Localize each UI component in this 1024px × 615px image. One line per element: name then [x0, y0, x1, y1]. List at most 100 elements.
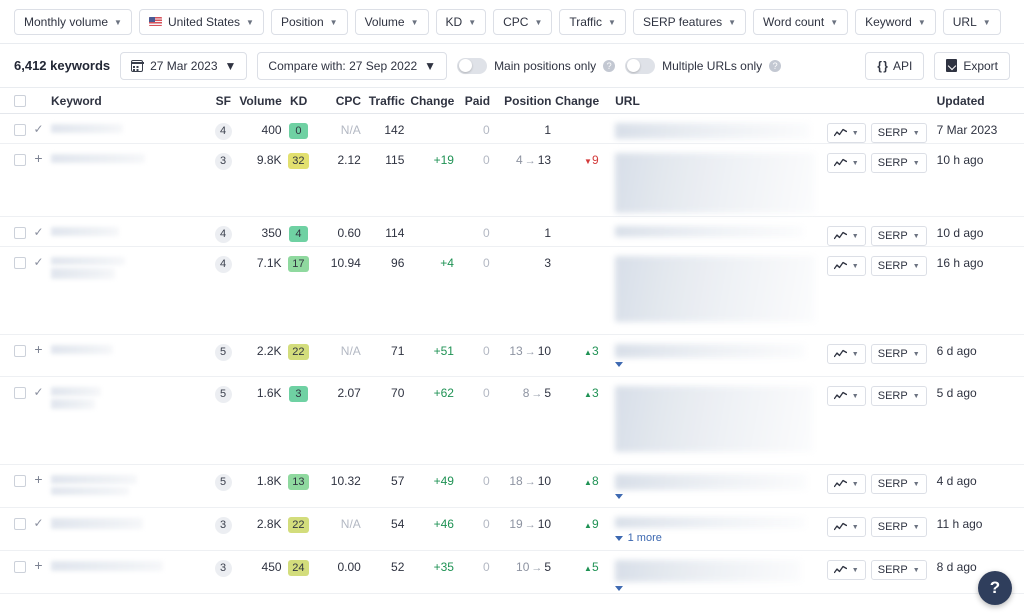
help-icon[interactable]: ?	[769, 60, 781, 72]
export-button[interactable]: Export	[934, 52, 1010, 80]
row-checkbox[interactable]	[14, 227, 26, 239]
sparkline-button[interactable]: ▼	[827, 344, 866, 364]
keyword-text[interactable]	[51, 226, 119, 236]
sparkline-button[interactable]: ▼	[827, 226, 866, 246]
serp-button[interactable]: SERP▼	[871, 344, 927, 364]
date-picker[interactable]: 27 Mar 2023 ▼	[120, 52, 247, 80]
keyword-text[interactable]	[51, 386, 101, 409]
row-checkbox[interactable]	[14, 518, 26, 530]
serp-button[interactable]: SERP▼	[871, 474, 927, 494]
sparkline-button[interactable]: ▼	[827, 256, 866, 276]
filter-chip-cpc[interactable]: CPC▼	[493, 9, 552, 35]
filter-chip-volume[interactable]: Volume▼	[355, 9, 429, 35]
row-checkbox[interactable]	[14, 561, 26, 573]
api-button[interactable]: { } API	[865, 52, 924, 80]
column-header-sf[interactable]: SF	[208, 94, 238, 108]
table-row[interactable]: ✓32.8K22N/A54+46019→10▲91 more▼SERP▼11 h…	[0, 508, 1024, 551]
row-checkbox[interactable]	[14, 154, 26, 166]
filter-chip-monthly-volume[interactable]: Monthly volume▼	[14, 9, 132, 35]
serp-button[interactable]: SERP▼	[871, 560, 927, 580]
redacted-url-text[interactable]	[615, 153, 815, 213]
serp-button[interactable]: SERP▼	[871, 123, 927, 143]
redacted-url-text[interactable]	[615, 560, 801, 582]
table-row[interactable]: +52.2K22N/A71+51013→10▲3▼SERP▼6 d ago	[0, 335, 1024, 377]
add-keyword-icon[interactable]: +	[33, 344, 44, 355]
serp-button[interactable]: SERP▼	[871, 517, 927, 537]
keyword-text[interactable]	[51, 256, 125, 279]
filter-chip-url[interactable]: URL▼	[943, 9, 1001, 35]
url-expander[interactable]: 1 more	[615, 532, 819, 544]
filter-chip-kd[interactable]: KD▼	[436, 9, 487, 35]
column-header-cpc[interactable]: CPC	[315, 94, 361, 108]
table-row[interactable]: +39.8K322.12115+1904→13▼9▼SERP▼10 h ago	[0, 144, 1024, 217]
redacted-url-text[interactable]	[615, 474, 807, 490]
position-cell: 8→5	[490, 377, 551, 400]
table-row[interactable]: ✓47.1K1710.9496+403▼SERP▼16 h ago	[0, 247, 1024, 335]
sparkline-button[interactable]: ▼	[827, 153, 866, 173]
keyword-text[interactable]	[51, 344, 113, 354]
column-header-change-2[interactable]: Change	[552, 94, 600, 108]
row-checkbox[interactable]	[14, 124, 26, 136]
url-expander[interactable]	[615, 494, 819, 499]
add-keyword-icon[interactable]: +	[33, 560, 44, 571]
table-row[interactable]: +3450240.0052+35010→5▲5▼SERP▼8 d ago	[0, 551, 1024, 594]
sparkline-button[interactable]: ▼	[827, 560, 866, 580]
filter-chip-traffic[interactable]: Traffic▼	[559, 9, 626, 35]
row-checkbox[interactable]	[14, 475, 26, 487]
redacted-url-text[interactable]	[615, 386, 813, 452]
multiple-urls-only-toggle[interactable]	[625, 58, 655, 74]
row-checkbox[interactable]	[14, 387, 26, 399]
table-row[interactable]: +51.8K1310.3257+49018→10▲8▼SERP▼4 d ago	[0, 465, 1024, 508]
keyword-text[interactable]	[51, 123, 123, 133]
sparkline-button[interactable]: ▼	[827, 386, 866, 406]
tracked-check-icon[interactable]: ✓	[33, 386, 44, 398]
filter-chip-position[interactable]: Position▼	[271, 9, 348, 35]
redacted-url-text[interactable]	[615, 344, 805, 358]
url-expander[interactable]	[615, 362, 819, 367]
keyword-text[interactable]	[51, 153, 145, 163]
select-all-checkbox[interactable]	[14, 95, 26, 107]
tracked-check-icon[interactable]: ✓	[33, 256, 44, 268]
column-header-volume[interactable]: Volume	[238, 94, 282, 108]
column-header-updated[interactable]: Updated	[927, 94, 1010, 108]
help-fab-button[interactable]: ?	[978, 571, 1012, 605]
url-expander[interactable]	[615, 586, 819, 591]
column-header-paid[interactable]: Paid	[454, 94, 490, 108]
serp-button[interactable]: SERP▼	[871, 256, 927, 276]
row-checkbox[interactable]	[14, 257, 26, 269]
table-row[interactable]: ✓435040.6011401▼SERP▼10 d ago	[0, 217, 1024, 247]
table-row[interactable]: ✓44000N/A14201▼SERP▼7 Mar 2023	[0, 114, 1024, 144]
filter-chip-united-states[interactable]: United States▼	[139, 9, 264, 35]
column-header-kd[interactable]: KD	[282, 94, 316, 108]
help-icon[interactable]: ?	[603, 60, 615, 72]
table-row[interactable]: ✓51.6K32.0770+6208→5▲3▼SERP▼5 d ago	[0, 377, 1024, 465]
sparkline-button[interactable]: ▼	[827, 517, 866, 537]
row-checkbox[interactable]	[14, 345, 26, 357]
redacted-url-text[interactable]	[615, 123, 810, 139]
keyword-text[interactable]	[51, 560, 163, 571]
filter-chip-serp-features[interactable]: SERP features▼	[633, 9, 746, 35]
column-header-url[interactable]: URL	[599, 94, 819, 108]
compare-date-picker[interactable]: Compare with: 27 Sep 2022 ▼	[257, 52, 447, 80]
column-header-change[interactable]: Change	[405, 94, 455, 108]
redacted-url-text[interactable]	[615, 226, 803, 237]
serp-button[interactable]: SERP▼	[871, 386, 927, 406]
column-header-position[interactable]: Position	[490, 94, 551, 108]
main-positions-only-toggle[interactable]	[457, 58, 487, 74]
keyword-text[interactable]	[51, 474, 137, 495]
filter-chip-keyword[interactable]: Keyword▼	[855, 9, 936, 35]
serp-button[interactable]: SERP▼	[871, 226, 927, 246]
sparkline-button[interactable]: ▼	[827, 123, 866, 143]
column-header-traffic[interactable]: Traffic	[361, 94, 405, 108]
sparkline-button[interactable]: ▼	[827, 474, 866, 494]
tracked-check-icon[interactable]: ✓	[33, 226, 44, 238]
redacted-url-text[interactable]	[615, 517, 805, 528]
redacted-url-text[interactable]	[615, 256, 815, 322]
serp-button[interactable]: SERP▼	[871, 153, 927, 173]
tracked-check-icon[interactable]: ✓	[33, 123, 44, 135]
add-keyword-icon[interactable]: +	[33, 474, 44, 485]
filter-chip-word-count[interactable]: Word count▼	[753, 9, 848, 35]
keyword-text[interactable]	[51, 517, 143, 529]
tracked-check-icon[interactable]: ✓	[33, 517, 44, 529]
add-keyword-icon[interactable]: +	[33, 153, 44, 164]
